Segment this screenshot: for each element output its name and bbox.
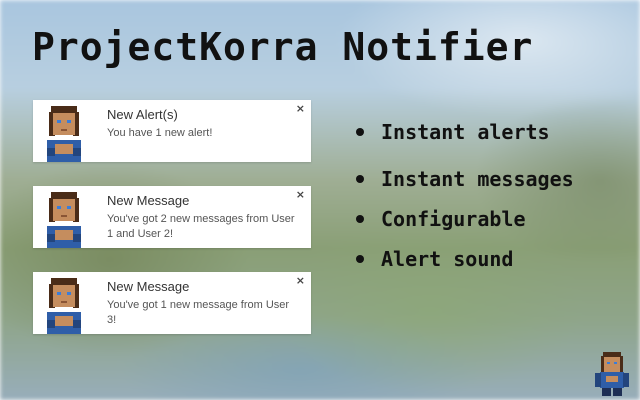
feature-label: Alert sound [381,247,514,271]
player-character-icon [592,352,632,396]
feature-item-instant-alerts: Instant alerts [356,120,574,144]
feature-label: Instant alerts [381,120,550,144]
bullet-icon [356,255,364,263]
bullet-icon [356,128,364,136]
player-avatar-icon [33,272,95,334]
feature-item-configurable: Configurable [356,207,574,231]
notification-body: You've got 1 new message from User 3! [107,299,290,326]
page-title: ProjectKorra Notifier [32,25,534,69]
feature-list: Instant alerts Instant messages Configur… [356,116,574,271]
feature-label: Configurable [381,207,526,231]
notification-title: New Message [107,279,190,294]
notification-title: New Message [107,193,190,208]
feature-label: Instant messages [381,167,574,191]
notification-body: You have 1 new alert! [107,127,213,139]
player-avatar-icon [33,100,95,162]
notification-card-alert[interactable]: New Alert(s) You have 1 new alert! × [33,100,311,162]
bullet-icon [356,175,364,183]
notification-title: New Alert(s) [107,107,178,122]
feature-item-instant-messages: Instant messages [356,167,574,191]
notification-card-message-2[interactable]: New Message You've got 1 new message fro… [33,272,311,334]
close-icon[interactable]: × [296,274,305,287]
player-avatar-icon [33,186,95,248]
close-icon[interactable]: × [296,102,305,115]
feature-item-alert-sound: Alert sound [356,247,574,271]
close-icon[interactable]: × [296,188,305,201]
bullet-icon [356,215,364,223]
notification-card-message-1[interactable]: New Message You've got 2 new messages fr… [33,186,311,248]
notification-body: You've got 2 new messages from User 1 an… [107,213,295,240]
